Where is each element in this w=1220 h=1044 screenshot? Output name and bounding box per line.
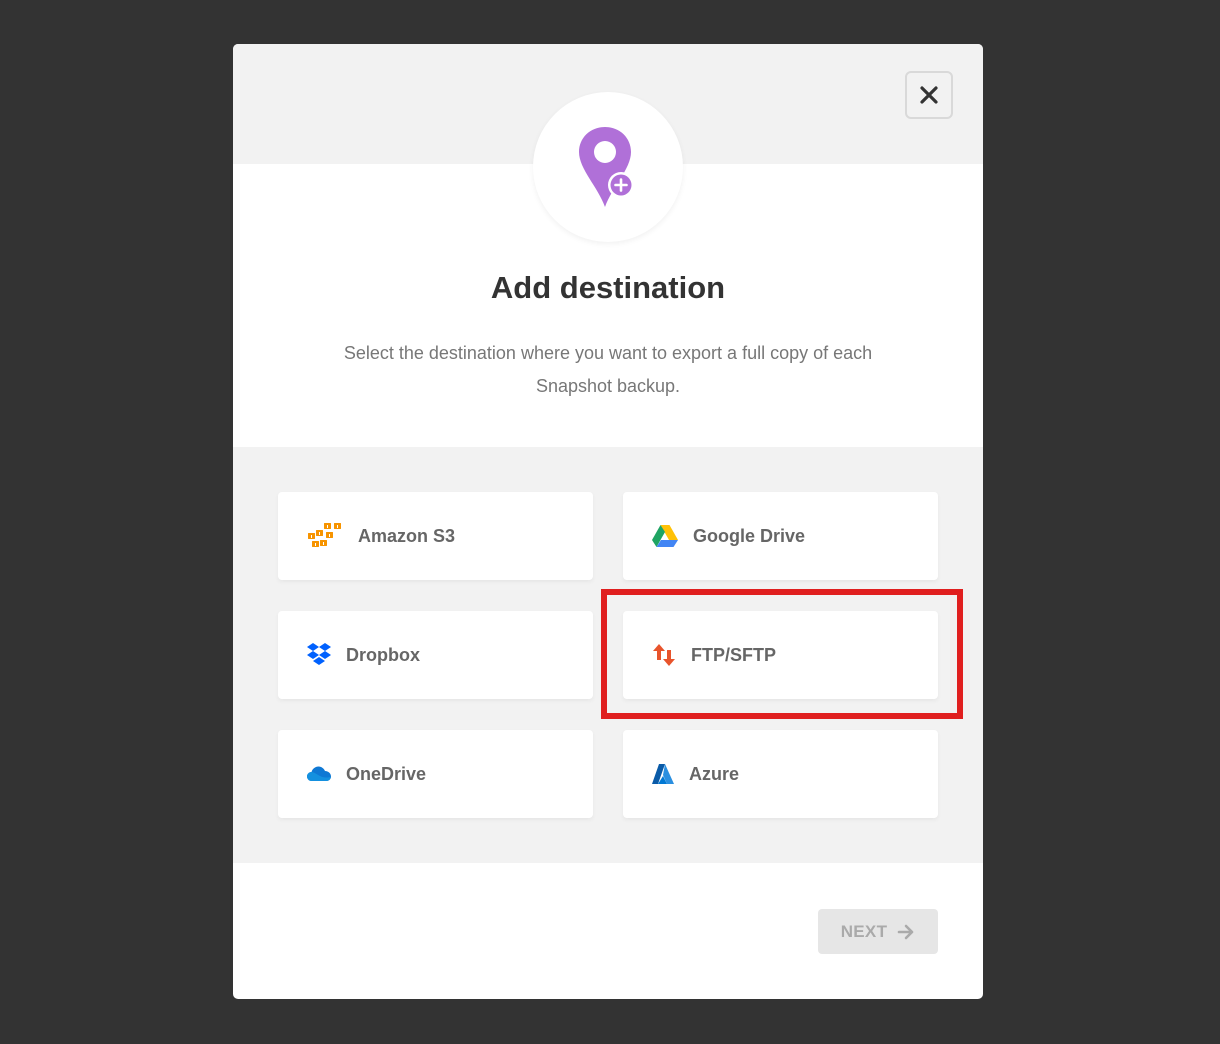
destination-label: Google Drive [693,525,806,546]
destination-label: Azure [689,763,740,784]
location-pin-plus-icon [579,127,634,207]
destination-option-ftp-sftp[interactable]: FTP/SFTP [623,611,938,699]
destination-label: Amazon S3 [358,525,456,546]
destination-option-dropbox[interactable]: Dropbox [278,611,593,699]
hero-icon-circle [533,92,683,242]
destination-option-google-drive[interactable]: Google Drive [623,492,938,580]
destination-label: OneDrive [346,763,427,784]
onedrive-icon [306,765,332,783]
modal-description: Select the destination where you want to… [343,343,873,396]
ftp-transfer-icon [651,642,677,668]
destination-option-azure[interactable]: Azure [623,730,938,818]
amazon-s3-icon [306,521,344,551]
arrow-right-icon [897,924,915,940]
google-drive-icon [651,524,679,548]
destination-label: FTP/SFTP [691,644,776,665]
close-icon [920,86,938,104]
next-button[interactable]: NEXT [818,909,938,954]
next-button-label: NEXT [840,921,888,941]
modal-title: Add destination [490,270,726,305]
destination-option-onedrive[interactable]: OneDrive [278,730,593,818]
destination-label: Dropbox [346,644,420,665]
destination-options-panel: Amazon S3 Google Drive Dropbox FTP/SFTP … [233,447,983,863]
destination-option-amazon-s3[interactable]: Amazon S3 [278,492,593,580]
dropbox-icon [306,642,332,668]
azure-icon [651,763,675,785]
add-destination-modal: Add destination Select the destination w… [233,44,983,999]
close-button[interactable] [905,71,953,119]
